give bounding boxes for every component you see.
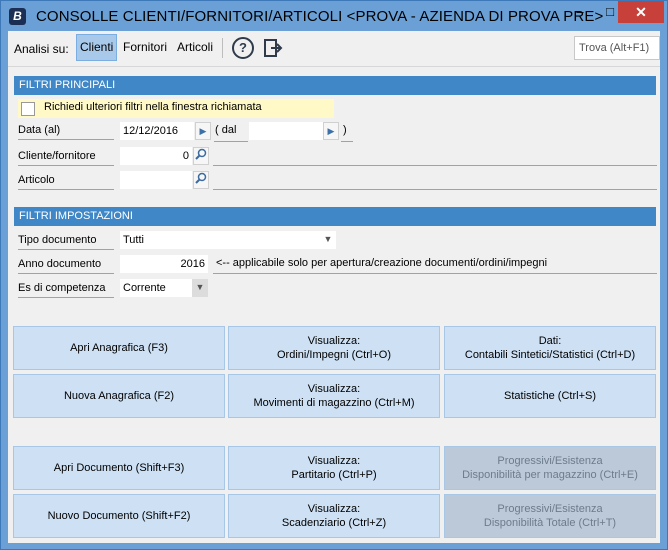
button-label: Apri Documento (Shift+F3) — [53, 462, 185, 474]
chevron-down-icon[interactable]: ▼ — [192, 279, 208, 297]
analisi-label: Analisi su: — [14, 42, 69, 56]
articolo-search-button[interactable] — [193, 171, 209, 189]
button-label: Dati: Contabili Sintetici/Statistici (Ct… — [464, 335, 636, 361]
apri-documento-button[interactable]: Apri Documento (Shift+F3) — [13, 446, 225, 490]
articolo-label: Articolo — [18, 172, 114, 190]
button-label: Progressivi/Esistenza Disponibilità Tota… — [483, 503, 617, 529]
button-label: Visualizza: Ordini/Impegni (Ctrl+O) — [276, 335, 391, 361]
help-icon[interactable]: ? — [232, 37, 254, 59]
nuova-anagrafica-button[interactable]: Nuova Anagrafica (F2) — [13, 374, 225, 418]
dal-input[interactable] — [249, 122, 323, 140]
tipo-documento-label: Tipo documento — [18, 232, 114, 250]
dal-arrow-button[interactable]: ▶ — [323, 122, 339, 140]
data-arrow-button[interactable]: ▶ — [195, 122, 211, 140]
cliente-input[interactable]: 0 — [120, 147, 192, 165]
search-input[interactable]: Trova (Alt+F1) — [574, 36, 660, 60]
exit-icon[interactable] — [263, 38, 283, 58]
app-logo-icon: B — [9, 8, 26, 25]
magnifier-icon — [195, 148, 207, 160]
cliente-label: Cliente/fornitore — [18, 148, 114, 166]
main-panel: Analisi su: Clienti Fornitori Articoli ?… — [8, 31, 660, 543]
button-label: Apri Anagrafica (F3) — [70, 342, 168, 354]
tab-clienti[interactable]: Clienti — [76, 34, 118, 61]
statistiche-button[interactable]: Statistiche (Ctrl+S) — [444, 374, 656, 418]
dal-underline — [214, 141, 248, 142]
dati-contabili-button[interactable]: Dati: Contabili Sintetici/Statistici (Ct… — [444, 326, 656, 370]
progressivi-totale-button: Progressivi/Esistenza Disponibilità Tota… — [444, 494, 656, 538]
data-input[interactable]: 12/12/2016 — [120, 122, 194, 140]
progressivi-magazzino-button: Progressivi/Esistenza Disponibilità per … — [444, 446, 656, 490]
checkbox-label: Richiedi ulteriori filtri nella finestra… — [44, 101, 262, 113]
button-label: Progressivi/Esistenza Disponibilità per … — [462, 455, 638, 481]
visualizza-partitario-button[interactable]: Visualizza: Partitario (Ctrl+P) — [228, 446, 440, 490]
anno-note: <-- applicabile solo per apertura/creazi… — [216, 257, 548, 269]
anno-documento-input[interactable]: 2016 — [120, 255, 208, 273]
anno-note-underline — [213, 273, 657, 274]
section-header-filtri-principali: FILTRI PRINCIPALI — [14, 76, 656, 95]
window-title: CONSOLLE CLIENTI/FORNITORI/ARTICOLI <PRO… — [36, 8, 604, 25]
button-label: Visualizza: Partitario (Ctrl+P) — [291, 455, 377, 481]
toolbar: Analisi su: Clienti Fornitori Articoli ?… — [8, 31, 660, 67]
magnifier-icon — [195, 172, 207, 184]
es-competenza-label: Es di competenza — [18, 280, 114, 298]
es-competenza-select[interactable]: Corrente — [120, 279, 192, 297]
visualizza-ordini-button[interactable]: Visualizza: Ordini/Impegni (Ctrl+O) — [228, 326, 440, 370]
visualizza-movimenti-button[interactable]: Visualizza: Movimenti di magazzino (Ctrl… — [228, 374, 440, 418]
paren-underline — [341, 141, 353, 142]
tab-fornitori[interactable]: Fornitori — [120, 34, 170, 61]
ulteriori-filtri-checkbox[interactable] — [21, 102, 35, 116]
tipo-documento-select[interactable]: Tutti — [120, 231, 320, 249]
button-label: Statistiche (Ctrl+S) — [504, 390, 596, 402]
chevron-down-icon[interactable]: ▼ — [320, 231, 336, 249]
button-label: Visualizza: Movimenti di magazzino (Ctrl… — [253, 383, 415, 409]
articolo-input[interactable] — [120, 171, 192, 189]
section-header-filtri-impostazioni: FILTRI IMPOSTAZIONI — [14, 207, 656, 226]
toolbar-divider — [222, 38, 223, 58]
anno-documento-label: Anno documento — [18, 256, 114, 274]
cliente-desc-line — [213, 165, 657, 166]
data-label: Data (al) — [18, 122, 114, 140]
close-paren: ) — [343, 124, 347, 136]
button-label: Visualizza: Scadenziario (Ctrl+Z) — [281, 503, 387, 529]
visualizza-scadenziario-button[interactable]: Visualizza: Scadenziario (Ctrl+Z) — [228, 494, 440, 538]
button-label: Nuova Anagrafica (F2) — [63, 390, 175, 402]
cliente-search-button[interactable] — [193, 147, 209, 165]
articolo-desc-line — [213, 189, 657, 190]
apri-anagrafica-button[interactable]: Apri Anagrafica (F3) — [13, 326, 225, 370]
close-button[interactable]: ✕ — [618, 1, 664, 23]
checkbox-row[interactable]: Richiedi ulteriori filtri nella finestra… — [18, 99, 334, 118]
nuovo-documento-button[interactable]: Nuovo Documento (Shift+F2) — [13, 494, 225, 538]
title-bar[interactable]: B CONSOLLE CLIENTI/FORNITORI/ARTICOLI <P… — [1, 1, 667, 31]
app-window: B CONSOLLE CLIENTI/FORNITORI/ARTICOLI <P… — [0, 0, 668, 550]
dal-label: ( dal — [215, 124, 237, 136]
button-label: Nuovo Documento (Shift+F2) — [47, 510, 191, 522]
tab-articoli[interactable]: Articoli — [174, 34, 216, 61]
minimize-button[interactable]: – — [566, 1, 594, 23]
